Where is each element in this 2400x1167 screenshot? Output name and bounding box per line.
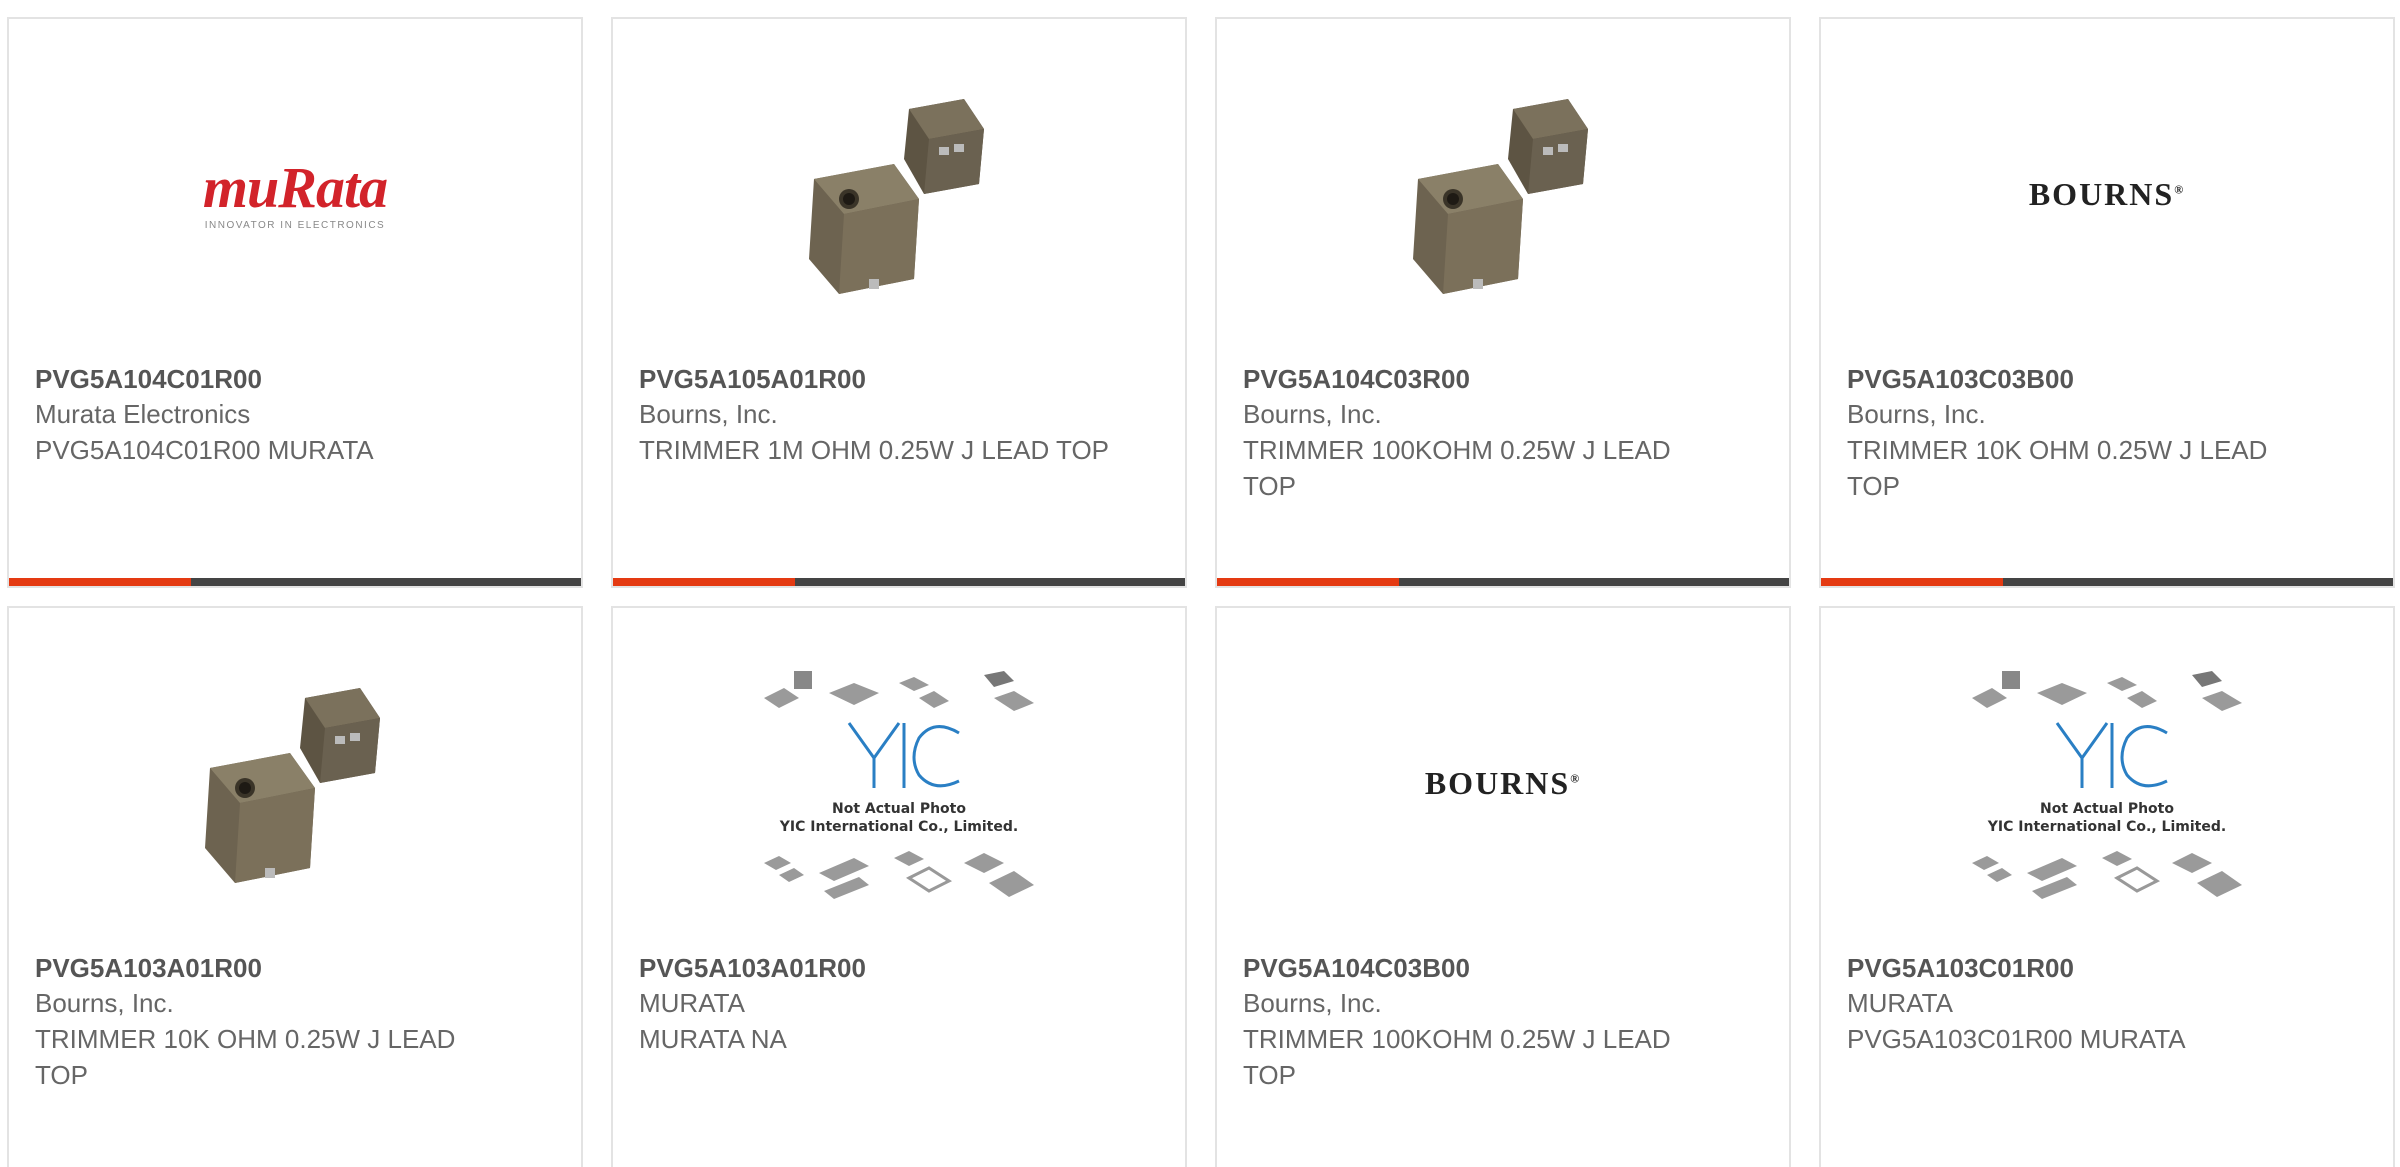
manufacturer-name: Bourns, Inc. [35,988,174,1018]
product-image[interactable]: Not Actual Photo YIC International Co., … [613,658,1185,908]
bourns-logo: BOURNS® [2028,175,2186,212]
product-card[interactable]: PVG5A105A01R00 Bourns, Inc. TRIMMER 1M O… [611,17,1187,588]
yic-placeholder-image: Not Actual Photo YIC International Co., … [764,671,1034,899]
part-number-link[interactable]: PVG5A103C03B00 [1847,362,2373,396]
manufacturer-name: Bourns, Inc. [639,399,778,429]
manufacturer-name: Bourns, Inc. [1243,399,1382,429]
part-number-link[interactable]: PVG5A103A01R00 [639,951,1165,985]
card-accent-bar [9,578,191,586]
product-description: TRIMMER 10K OHM 0.25W J LEAD TOP [35,1024,456,1090]
product-card[interactable]: BOURNS® PVG5A103C03B00 Bourns, Inc. TRIM… [1819,17,2395,588]
product-description: PVG5A104C01R00 MURATA [35,435,374,465]
placeholder-caption-1: Not Actual Photo [832,801,966,817]
manufacturer-name: Bourns, Inc. [1243,988,1382,1018]
card-bottom-bar [1217,578,1789,586]
product-description: TRIMMER 100KOHM 0.25W J LEAD TOP [1243,435,1671,501]
product-image[interactable] [9,658,581,908]
product-info: PVG5A105A01R00 Bourns, Inc. TRIMMER 1M O… [639,362,1165,468]
product-info: PVG5A103A01R00 MURATA MURATA NA [639,951,1165,1057]
product-info: PVG5A103C03B00 Bourns, Inc. TRIMMER 10K … [1847,362,2373,504]
product-image[interactable] [1217,69,1789,319]
murata-logo: muRata INNOVATOR IN ELECTRONICS [202,154,388,231]
part-number-link[interactable]: PVG5A104C01R00 [35,362,561,396]
part-number-link[interactable]: PVG5A105A01R00 [639,362,1165,396]
manufacturer-name: Bourns, Inc. [1847,399,1986,429]
product-image[interactable]: BOURNS® [1821,69,2393,319]
card-bottom-bar [1821,578,2393,586]
part-number-link[interactable]: PVG5A103A01R00 [35,951,561,985]
product-description: TRIMMER 100KOHM 0.25W J LEAD TOP [1243,1024,1671,1090]
product-card[interactable]: PVG5A104C03R00 Bourns, Inc. TRIMMER 100K… [1215,17,1791,588]
product-description: TRIMMER 1M OHM 0.25W J LEAD TOP [639,435,1110,465]
trimmer-photo [809,99,984,294]
part-number-link[interactable]: PVG5A104C03B00 [1243,951,1769,985]
product-card[interactable]: Not Actual Photo YIC International Co., … [611,606,1187,1167]
product-image[interactable]: muRata INNOVATOR IN ELECTRONICS [9,69,581,319]
product-info: PVG5A103A01R00 Bourns, Inc. TRIMMER 10K … [35,951,561,1093]
product-info: PVG5A104C03R00 Bourns, Inc. TRIMMER 100K… [1243,362,1769,504]
product-card[interactable]: BOURNS® PVG5A104C03B00 Bourns, Inc. TRIM… [1215,606,1791,1167]
manufacturer-name: MURATA [1847,988,1953,1018]
product-grid: muRata INNOVATOR IN ELECTRONICS PVG5A104… [0,0,2400,1167]
trimmer-photo [1413,99,1588,294]
product-card[interactable]: PVG5A103A01R00 Bourns, Inc. TRIMMER 10K … [7,606,583,1167]
product-info: PVG5A104C01R00 Murata Electronics PVG5A1… [35,362,561,468]
trimmer-photo [205,688,380,883]
manufacturer-name: MURATA [639,988,745,1018]
card-accent-bar [613,578,795,586]
card-bottom-bar [613,578,1185,586]
bourns-logo: BOURNS® [1424,764,1582,801]
product-image[interactable] [613,69,1185,319]
card-accent-bar [1821,578,2003,586]
product-image[interactable]: Not Actual Photo YIC International Co., … [1821,658,2393,908]
yic-placeholder-image: Not Actual Photo YIC International Co., … [1972,671,2242,899]
product-info: PVG5A104C03B00 Bourns, Inc. TRIMMER 100K… [1243,951,1769,1093]
product-description: MURATA NA [639,1024,787,1054]
part-number-link[interactable]: PVG5A104C03R00 [1243,362,1769,396]
placeholder-caption-2: YIC International Co., Limited. [1987,819,2226,835]
manufacturer-name: Murata Electronics [35,399,251,429]
product-card[interactable]: muRata INNOVATOR IN ELECTRONICS PVG5A104… [7,17,583,588]
product-info: PVG5A103C01R00 MURATA PVG5A103C01R00 MUR… [1847,951,2373,1057]
part-number-link[interactable]: PVG5A103C01R00 [1847,951,2373,985]
product-card[interactable]: Not Actual Photo YIC International Co., … [1819,606,2395,1167]
card-bottom-bar [9,578,581,586]
product-description: PVG5A103C01R00 MURATA [1847,1024,2186,1054]
placeholder-caption-2: YIC International Co., Limited. [779,819,1018,835]
product-image[interactable]: BOURNS® [1217,658,1789,908]
card-accent-bar [1217,578,1399,586]
placeholder-caption-1: Not Actual Photo [2040,801,2174,817]
product-description: TRIMMER 10K OHM 0.25W J LEAD TOP [1847,435,2268,501]
